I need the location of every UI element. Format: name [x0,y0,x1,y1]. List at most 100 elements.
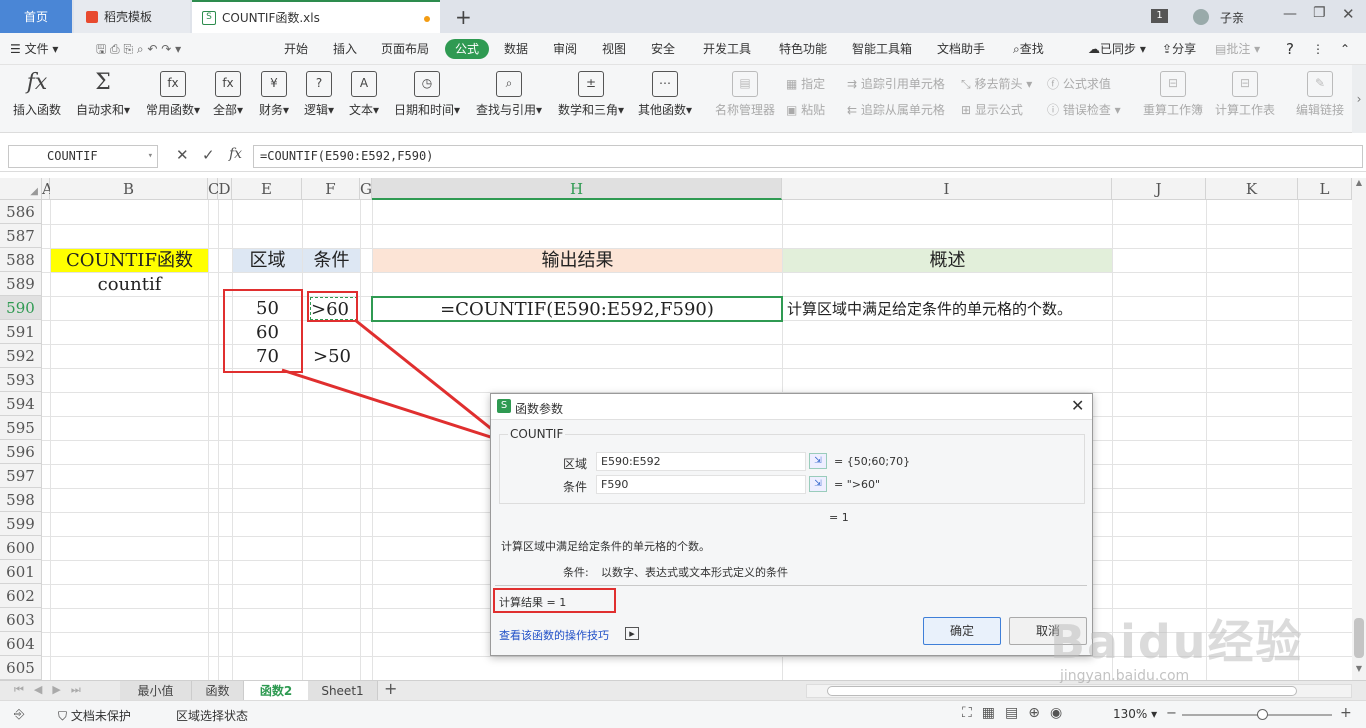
vertical-scrollbar[interactable]: ▲ ▼ [1352,178,1366,680]
column-header-a[interactable]: A [42,178,53,200]
tab-file[interactable]: S COUNTIF函数.xls [192,0,440,33]
finance-button[interactable]: ¥ 财务▾ [257,71,291,118]
arg1-input[interactable]: E590:E592 [596,452,806,471]
paste-name-button[interactable]: ▣ 粘贴 [786,101,825,118]
tab-home[interactable]: 首页 [0,0,72,33]
row-header-587[interactable]: 587 [0,224,42,248]
error-check-button[interactable]: ⓘ 错误检查 ▾ [1047,101,1121,118]
menu-review[interactable]: 审阅 [553,33,577,65]
menu-insert[interactable]: 插入 [333,33,357,65]
share-button[interactable]: ⇪分享 [1162,33,1196,65]
add-sheet-plus-icon[interactable]: + [384,679,397,698]
row-header-595[interactable]: 595 [0,416,42,440]
column-header-k[interactable]: K [1206,178,1298,200]
sheet-tab-func[interactable]: 函数 [192,681,244,701]
row-header-599[interactable]: 599 [0,512,42,536]
edit-links-button[interactable]: ✎ 编辑链接 [1294,71,1346,118]
arg1-range-picker-icon[interactable]: ⇲ [809,453,827,469]
menu-data[interactable]: 数据 [504,33,528,65]
autosum-button[interactable]: Σ 自动求和▾ [74,71,132,118]
sync-button[interactable]: ☁已同步 ▾ [1088,33,1146,65]
scroll-down-icon[interactable]: ▼ [1353,664,1365,678]
name-manager-button[interactable]: ▤ 名称管理器 [714,71,776,118]
cell-b589[interactable]: countif [51,273,208,297]
common-functions-button[interactable]: fx 常用函数▾ [144,71,202,118]
menu-formula[interactable]: 公式 [445,39,490,59]
arg2-input[interactable]: F590 [596,475,806,494]
horizontal-scroll-thumb[interactable] [827,686,1297,696]
zoom-out-icon[interactable]: − [1166,706,1177,721]
column-header-d[interactable]: D [218,178,232,200]
row-header-597[interactable]: 597 [0,464,42,488]
dialog-close-icon[interactable]: ✕ [1071,396,1084,415]
trace-dependents-button[interactable]: ⇇ 追踪从属单元格 [847,101,945,118]
row-header-602[interactable]: 602 [0,584,42,608]
menu-start[interactable]: 开始 [284,33,308,65]
row-header-604[interactable]: 604 [0,632,42,656]
comment-button[interactable]: ▤批注 ▾ [1215,33,1260,65]
datetime-button[interactable]: ◷ 日期和时间▾ [392,71,462,118]
trace-precedents-button[interactable]: ⇉ 追踪引用单元格 [847,75,945,92]
quick-access-icons[interactable]: 🖫 ⎙ ⎘ ⌕ ↶ ↷ ▾ [96,33,181,65]
select-all-corner[interactable]: ◢ [0,178,42,200]
define-name-button[interactable]: ▦ 指定 [786,75,825,92]
menu-security[interactable]: 安全 [651,33,675,65]
math-button[interactable]: ± 数学和三角▾ [556,71,626,118]
horizontal-scrollbar[interactable] [806,684,1352,698]
search-button[interactable]: ⌕查找 [1013,33,1044,65]
row-header-593[interactable]: 593 [0,368,42,392]
column-header-f[interactable]: F [302,178,360,200]
cell-i588[interactable]: 概述 [783,249,1112,272]
arg2-range-picker-icon[interactable]: ⇲ [809,476,827,492]
recalc-sheet-button[interactable]: ⊟ 计算工作表 [1214,71,1276,118]
formula-input[interactable]: =COUNTIF(E590:E592,F590) [253,145,1363,168]
row-header-586[interactable]: 586 [0,200,42,224]
cell-e588[interactable]: 区域 [233,249,302,272]
cell-f592[interactable]: >50 [313,345,359,369]
menu-page-layout[interactable]: 页面布局 [381,33,429,65]
menu-features[interactable]: 特色功能 [779,33,827,65]
all-functions-button[interactable]: fx 全部▾ [212,71,244,118]
ok-button[interactable]: 确定 [923,617,1001,645]
row-header-605[interactable]: 605 [0,656,42,680]
menu-view[interactable]: 视图 [602,33,626,65]
row-header-590[interactable]: 590 [0,296,42,320]
sheet-tab-min[interactable]: 最小值 [120,681,192,701]
zoom-slider-handle[interactable] [1257,709,1268,720]
column-header-b[interactable]: B [50,178,208,200]
menu-assistant[interactable]: 文档助手 [937,33,985,65]
help-icon[interactable]: ? [1286,33,1294,65]
row-header-601[interactable]: 601 [0,560,42,584]
row-header-603[interactable]: 603 [0,608,42,632]
help-link[interactable]: 查看该函数的操作技巧 [499,627,609,643]
view-mode-icons[interactable]: ⛶▦▤⊕◉ [962,705,1072,721]
user-name[interactable]: 子亲 [1220,9,1244,26]
column-header-g[interactable]: G [360,178,372,200]
column-header-i[interactable]: I [782,178,1112,200]
row-header-600[interactable]: 600 [0,536,42,560]
menu-developer[interactable]: 开发工具 [703,33,751,65]
cell-h590-active[interactable]: =COUNTIF(E590:E592,F590) [371,296,783,322]
cell-h588[interactable]: 输出结果 [373,249,782,272]
more-icon[interactable]: ⋮ [1312,33,1324,65]
vertical-scroll-thumb[interactable] [1354,618,1364,658]
column-header-j[interactable]: J [1112,178,1206,200]
collapse-ribbon-icon[interactable]: ⌃ [1340,33,1350,65]
zoom-level[interactable]: 130% ▾ [1113,707,1157,721]
cell-b588[interactable]: COUNTIF函数 [51,249,208,272]
fx-icon[interactable]: fx [229,146,242,162]
row-header-588[interactable]: 588 [0,248,42,272]
row-header-589[interactable]: 589 [0,272,42,296]
file-menu[interactable]: ☰ 文件 ▾ [10,33,58,65]
lookup-button[interactable]: ⌕ 查找与引用▾ [474,71,544,118]
column-header-h[interactable]: H [372,178,782,200]
restore-icon[interactable]: ❐ [1313,5,1326,21]
cell-f588[interactable]: 条件 [303,249,360,272]
zoom-in-icon[interactable]: + [1340,705,1352,721]
recalc-workbook-button[interactable]: ⊟ 重算工作簿 [1142,71,1204,118]
column-header-c[interactable]: C [208,178,219,200]
cell-i590[interactable]: 计算区域中满足给定条件的单元格的个数。 [787,297,1111,321]
ribbon-scroll-right-icon[interactable]: › [1352,65,1366,133]
new-tab-plus-icon[interactable]: + [455,5,472,29]
row-header-591[interactable]: 591 [0,320,42,344]
